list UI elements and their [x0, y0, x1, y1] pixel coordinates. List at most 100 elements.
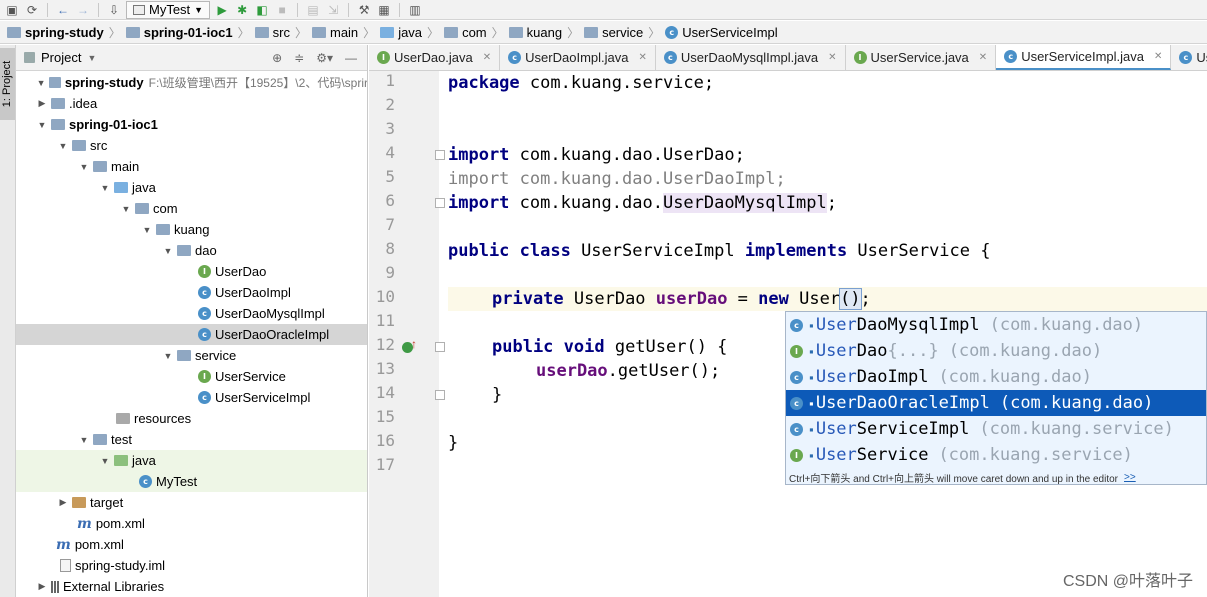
- project-structure-icon[interactable]: ▦: [376, 2, 392, 18]
- chevron-down-icon[interactable]: ▼: [162, 351, 174, 361]
- tree-item-service[interactable]: ▼ service: [16, 345, 367, 366]
- stop-icon[interactable]: ■: [274, 2, 290, 18]
- tree-item-test-java[interactable]: ▼ java: [16, 450, 367, 471]
- hide-icon[interactable]: —: [345, 51, 357, 65]
- build-icon[interactable]: ⇩: [106, 2, 122, 18]
- project-tool-tab[interactable]: 1: Project: [0, 48, 15, 120]
- tree-item-kuang[interactable]: ▼ kuang: [16, 219, 367, 240]
- tree-item-mytest[interactable]: c MyTest: [16, 471, 367, 492]
- chevron-down-icon[interactable]: ▼: [36, 120, 48, 130]
- breadcrumb-label: java: [398, 24, 423, 40]
- tree-item-userdaooracleimpl[interactable]: c UserDaoOracleImpl: [16, 324, 367, 345]
- completion-item[interactable]: c ▪ User ServiceImpl (com.kuang.service): [786, 416, 1206, 442]
- close-icon[interactable]: ✕: [828, 52, 836, 63]
- tree-item-root-pom[interactable]: m pom.xml: [16, 534, 367, 555]
- tab-userdaomysqlimpl[interactable]: c UserDaoMysqlImpl.java ✕: [656, 45, 846, 70]
- tree-item-userserviceimpl[interactable]: c UserServiceImpl: [16, 387, 367, 408]
- breadcrumb-item[interactable]: java: [377, 25, 425, 40]
- sync-icon[interactable]: ⟳: [24, 2, 40, 18]
- completion-item[interactable]: c ▪ User DaoImpl (com.kuang.dao): [786, 364, 1206, 390]
- coverage-icon[interactable]: ◧: [254, 2, 270, 18]
- save-icon[interactable]: ▣: [4, 2, 20, 18]
- breadcrumb-item[interactable]: main: [309, 25, 361, 40]
- interface-icon: I: [790, 344, 803, 358]
- chevron-down-icon[interactable]: ▼: [99, 183, 111, 193]
- attach-icon[interactable]: ⇲: [325, 2, 341, 18]
- tree-item-userservice[interactable]: I UserService: [16, 366, 367, 387]
- sdk-icon[interactable]: ▥: [407, 2, 423, 18]
- breadcrumb-item[interactable]: spring-study: [4, 25, 107, 40]
- chevron-down-icon[interactable]: ▼: [78, 162, 90, 172]
- matched-paren: (): [839, 288, 862, 310]
- chevron-down-icon[interactable]: ▼: [141, 225, 153, 235]
- run-icon[interactable]: ▶: [214, 2, 230, 18]
- fold-icon[interactable]: [435, 198, 445, 208]
- chevron-right-icon[interactable]: ▶: [57, 497, 69, 508]
- fold-icon[interactable]: [435, 390, 445, 400]
- tree-item-spring-study[interactable]: ▼ spring-study F:\班级管理\西开【19525】\2、代码\spri…: [16, 72, 367, 93]
- breadcrumb-item[interactable]: spring-01-ioc1: [123, 25, 236, 40]
- project-view-select[interactable]: Project: [41, 50, 81, 65]
- editor-gutter[interactable]: 1 2 3 4 5 6 7 8 9 10 11 12 13 14 15 16 1…: [369, 71, 445, 597]
- collapse-all-icon[interactable]: ≑: [294, 51, 304, 65]
- tree-item-com[interactable]: ▼ com: [16, 198, 367, 219]
- tree-item-java[interactable]: ▼ java: [16, 177, 367, 198]
- tree-item-test[interactable]: ▼ test: [16, 429, 367, 450]
- tree-item-userdao[interactable]: I UserDao: [16, 261, 367, 282]
- folder-icon: [93, 161, 107, 172]
- tree-item-userdaoimpl[interactable]: c UserDaoImpl: [16, 282, 367, 303]
- breadcrumb-item[interactable]: src: [252, 25, 293, 40]
- tree-item-main[interactable]: ▼ main: [16, 156, 367, 177]
- breadcrumb-item[interactable]: service: [581, 25, 646, 40]
- tab-userdaoimpl[interactable]: c UserDaoImpl.java ✕: [500, 45, 656, 70]
- close-icon[interactable]: ✕: [979, 52, 987, 63]
- arrow-up-icon[interactable]: ↑: [411, 337, 417, 351]
- settings-icon[interactable]: ⚒: [356, 2, 372, 18]
- tree-item-iml[interactable]: spring-study.iml: [16, 555, 367, 576]
- completion-item[interactable]: c ▪ User DaoMysqlImpl (com.kuang.dao): [786, 312, 1206, 338]
- debug-icon[interactable]: ✱: [234, 2, 250, 18]
- chevron-down-icon[interactable]: ▼: [78, 435, 90, 445]
- chevron-down-icon[interactable]: ▼: [99, 456, 111, 466]
- tree-item-module-pom[interactable]: m pom.xml: [16, 513, 367, 534]
- tab-userda[interactable]: cUserDa: [1171, 45, 1207, 70]
- close-icon[interactable]: ✕: [483, 52, 491, 63]
- chevron-right-icon[interactable]: ▶: [36, 581, 48, 592]
- breadcrumb-item[interactable]: com: [441, 25, 490, 40]
- chevron-right-icon[interactable]: ▶: [36, 98, 48, 109]
- fold-icon[interactable]: [435, 342, 445, 352]
- tree-item-src[interactable]: ▼ src: [16, 135, 367, 156]
- chevron-down-icon[interactable]: ▼: [57, 141, 69, 151]
- completion-item[interactable]: I ▪ User Dao {...} (com.kuang.dao): [786, 338, 1206, 364]
- tab-userservice[interactable]: I UserService.java ✕: [846, 45, 997, 70]
- breadcrumb-item[interactable]: kuang: [506, 25, 565, 40]
- toolbar-divider: [348, 2, 350, 17]
- structure-icon[interactable]: ▤: [305, 2, 321, 18]
- run-configuration-select[interactable]: MyTest ▼: [126, 0, 211, 19]
- tree-item-resources[interactable]: resources: [16, 408, 367, 429]
- back-icon[interactable]: ←: [55, 2, 71, 18]
- chevron-down-icon[interactable]: ▼: [36, 78, 46, 88]
- tree-item-target[interactable]: ▶ target: [16, 492, 367, 513]
- completion-more-link[interactable]: >>: [1124, 472, 1136, 483]
- chevron-down-icon[interactable]: ▼: [162, 246, 174, 256]
- completion-name: DaoMysqlImpl: [856, 315, 980, 335]
- tree-item-userdaomysqlimpl[interactable]: c UserDaoMysqlImpl: [16, 303, 367, 324]
- tree-item-external-libraries[interactable]: ▶ External Libraries: [16, 576, 367, 597]
- tab-userdao[interactable]: I UserDao.java ✕: [369, 45, 501, 70]
- tree-item-idea[interactable]: ▶ .idea: [16, 93, 367, 114]
- tab-userserviceimpl[interactable]: c UserServiceImpl.java ✕: [996, 45, 1172, 70]
- tree-item-dao[interactable]: ▼ dao: [16, 240, 367, 261]
- completion-item-selected[interactable]: c ▪ User DaoOracleImpl (com.kuang.dao): [786, 390, 1206, 416]
- chevron-down-icon[interactable]: ▼: [120, 204, 132, 214]
- chevron-down-icon[interactable]: ▼: [87, 53, 96, 63]
- tree-item-spring-01-ioc1[interactable]: ▼ spring-01-ioc1: [16, 114, 367, 135]
- fold-icon[interactable]: [435, 150, 445, 160]
- breadcrumb-item[interactable]: c UserServiceImpl: [662, 25, 780, 40]
- gear-icon[interactable]: ⚙▾: [316, 51, 333, 65]
- locate-icon[interactable]: ⊕: [272, 51, 282, 65]
- close-icon[interactable]: ✕: [1154, 51, 1162, 62]
- completion-item[interactable]: I ▪ User Service (com.kuang.service): [786, 442, 1206, 468]
- forward-icon[interactable]: →: [75, 2, 91, 18]
- close-icon[interactable]: ✕: [638, 52, 646, 63]
